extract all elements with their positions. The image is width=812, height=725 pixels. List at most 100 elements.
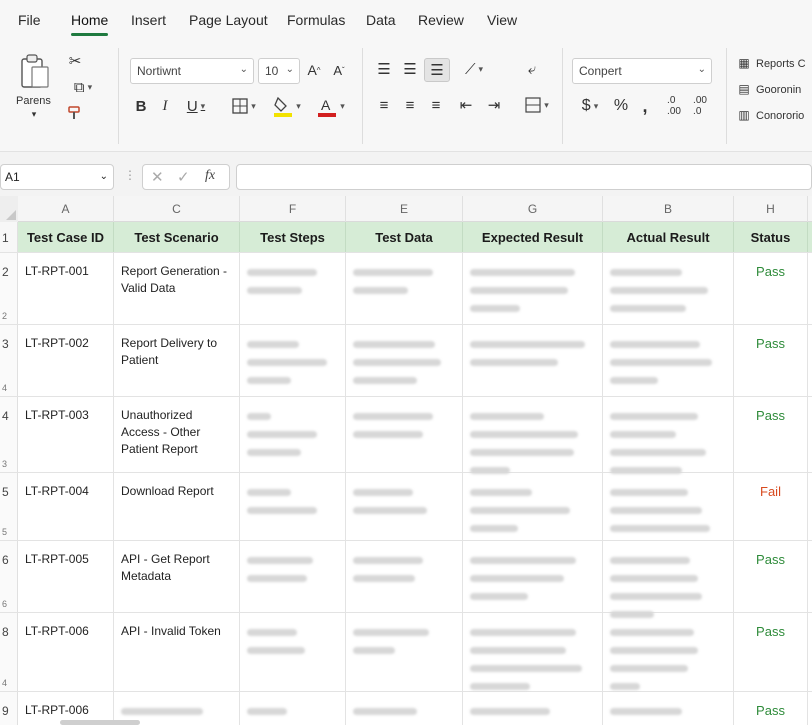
test-steps-cell[interactable] xyxy=(240,397,346,472)
fill-color-icon[interactable]: ▾ xyxy=(272,94,302,118)
column-header[interactable]: H xyxy=(734,196,808,222)
paste-icon[interactable] xyxy=(18,52,52,92)
copy-icon[interactable]: ⧉ ▾ xyxy=(66,78,100,96)
test-steps-cell[interactable] xyxy=(240,692,346,725)
font-name-select[interactable]: Nortiwnt ⌄ xyxy=(130,58,254,84)
function-icon[interactable]: fx xyxy=(205,168,215,184)
decrease-font-icon[interactable]: Aˇ xyxy=(330,60,348,80)
actual-result-cell[interactable] xyxy=(603,692,734,725)
header-test-case-id[interactable]: Test Case ID xyxy=(18,222,114,252)
header-test-steps[interactable]: Test Steps xyxy=(240,222,346,252)
row-number[interactable]: 1 xyxy=(0,222,18,252)
expected-result-cell[interactable] xyxy=(463,541,603,612)
actual-result-cell[interactable] xyxy=(603,325,734,396)
confirm-icon[interactable]: ✓ xyxy=(177,168,190,186)
row-number[interactable]: 22 xyxy=(0,253,18,324)
test-data-cell[interactable] xyxy=(346,397,463,472)
row-number[interactable]: 34 xyxy=(0,325,18,396)
status-cell[interactable]: Pass xyxy=(734,397,808,472)
actual-result-cell[interactable] xyxy=(603,473,734,540)
tab-data[interactable]: Data xyxy=(366,12,396,28)
expected-result-cell[interactable] xyxy=(463,692,603,725)
decrease-indent-icon[interactable]: ⇤ xyxy=(456,96,476,114)
tab-home[interactable]: Home xyxy=(71,12,109,36)
increase-decimal-icon[interactable]: .0.00 xyxy=(664,95,684,117)
borders-icon[interactable]: ▾ xyxy=(228,96,260,116)
column-header[interactable]: G xyxy=(463,196,603,222)
actual-result-cell[interactable] xyxy=(603,613,734,691)
status-cell[interactable]: Pass xyxy=(734,613,808,691)
style-item-1[interactable]: Reports C xyxy=(756,58,806,70)
header-test-scenario[interactable]: Test Scenario xyxy=(114,222,240,252)
style-icon-3[interactable]: ▥ xyxy=(736,108,752,122)
increase-indent-icon[interactable]: ⇥ xyxy=(484,96,504,114)
test-scenario-cell[interactable]: API - Invalid Token xyxy=(114,613,240,691)
test-case-id-cell[interactable]: LT-RPT-003 xyxy=(18,397,114,472)
percent-icon[interactable]: % xyxy=(612,96,630,116)
horizontal-scrollbar[interactable] xyxy=(60,720,140,725)
tab-insert[interactable]: Insert xyxy=(131,12,166,28)
test-case-id-cell[interactable]: LT-RPT-001 xyxy=(18,253,114,324)
column-header[interactable]: B xyxy=(603,196,734,222)
align-middle-icon[interactable]: ☰ xyxy=(400,60,420,78)
align-bottom-icon[interactable]: ☰ xyxy=(424,58,450,82)
font-size-select[interactable]: 10 ⌄ xyxy=(258,58,300,84)
comma-style-icon[interactable]: , xyxy=(638,96,652,116)
align-top-icon[interactable]: ☰ xyxy=(374,60,394,78)
test-data-cell[interactable] xyxy=(346,613,463,691)
format-painter-icon[interactable] xyxy=(66,104,84,122)
status-cell[interactable]: Pass xyxy=(734,325,808,396)
tab-view[interactable]: View xyxy=(487,12,517,28)
wrap-text-icon[interactable]: ⤶ xyxy=(522,60,542,78)
test-case-id-cell[interactable]: LT-RPT-002 xyxy=(18,325,114,396)
status-cell[interactable]: Pass xyxy=(734,253,808,324)
italic-icon[interactable]: I xyxy=(158,96,172,116)
test-steps-cell[interactable] xyxy=(240,473,346,540)
decrease-decimal-icon[interactable]: .00.0 xyxy=(690,95,710,117)
style-icon-2[interactable]: ▤ xyxy=(736,82,752,96)
test-steps-cell[interactable] xyxy=(240,613,346,691)
actual-result-cell[interactable] xyxy=(603,541,734,618)
header-test-data[interactable]: Test Data xyxy=(346,222,463,252)
cancel-icon[interactable]: ✕ xyxy=(151,168,164,186)
test-scenario-cell[interactable]: Report Generation - Valid Data xyxy=(114,253,240,324)
formula-input[interactable] xyxy=(236,164,812,190)
test-scenario-cell[interactable]: Download Report xyxy=(114,473,240,540)
column-header[interactable]: A xyxy=(18,196,114,222)
merge-center-icon[interactable]: ▾ xyxy=(520,96,554,114)
align-center-icon[interactable]: ≡ xyxy=(400,96,420,114)
row-number[interactable]: 84 xyxy=(0,613,18,691)
expected-result-cell[interactable] xyxy=(463,325,603,396)
name-box[interactable]: A1 ⌄ xyxy=(0,164,114,190)
select-all-corner[interactable] xyxy=(0,196,18,222)
report-style-icon[interactable]: ▦ xyxy=(736,56,752,70)
expected-result-cell[interactable] xyxy=(463,397,603,474)
actual-result-cell[interactable] xyxy=(603,397,734,474)
test-data-cell[interactable] xyxy=(346,253,463,324)
row-number[interactable]: 55 xyxy=(0,473,18,540)
test-steps-cell[interactable] xyxy=(240,325,346,396)
align-right-icon[interactable]: ≡ xyxy=(426,96,446,114)
column-header[interactable]: F xyxy=(240,196,346,222)
header-actual-result[interactable]: Actual Result xyxy=(603,222,734,252)
align-left-icon[interactable]: ≡ xyxy=(374,96,394,114)
tab-review[interactable]: Review xyxy=(418,12,464,28)
header-expected-result[interactable]: Expected Result xyxy=(463,222,603,252)
style-item-3[interactable]: Conororio xyxy=(756,110,804,122)
expected-result-cell[interactable] xyxy=(463,253,603,324)
row-number[interactable]: 43 xyxy=(0,397,18,472)
orientation-icon[interactable]: ⟋ ▾ xyxy=(458,60,490,78)
style-item-2[interactable]: Gooronin xyxy=(756,84,801,96)
increase-font-icon[interactable]: A ^ xyxy=(305,60,323,80)
test-steps-cell[interactable] xyxy=(240,541,346,612)
font-color-icon[interactable]: A ▾ xyxy=(314,94,348,118)
test-scenario-cell[interactable]: Unauthorized Access - Other Patient Repo… xyxy=(114,397,240,472)
test-data-cell[interactable] xyxy=(346,541,463,612)
tab-file[interactable]: File xyxy=(18,12,41,28)
test-data-cell[interactable] xyxy=(346,692,463,725)
test-scenario-cell[interactable]: Report Delivery to Patient xyxy=(114,325,240,396)
number-format-select[interactable]: Conpert ⌄ xyxy=(572,58,712,84)
expected-result-cell[interactable] xyxy=(463,473,603,540)
status-cell[interactable]: Pass xyxy=(734,541,808,612)
header-status[interactable]: Status xyxy=(734,222,808,252)
